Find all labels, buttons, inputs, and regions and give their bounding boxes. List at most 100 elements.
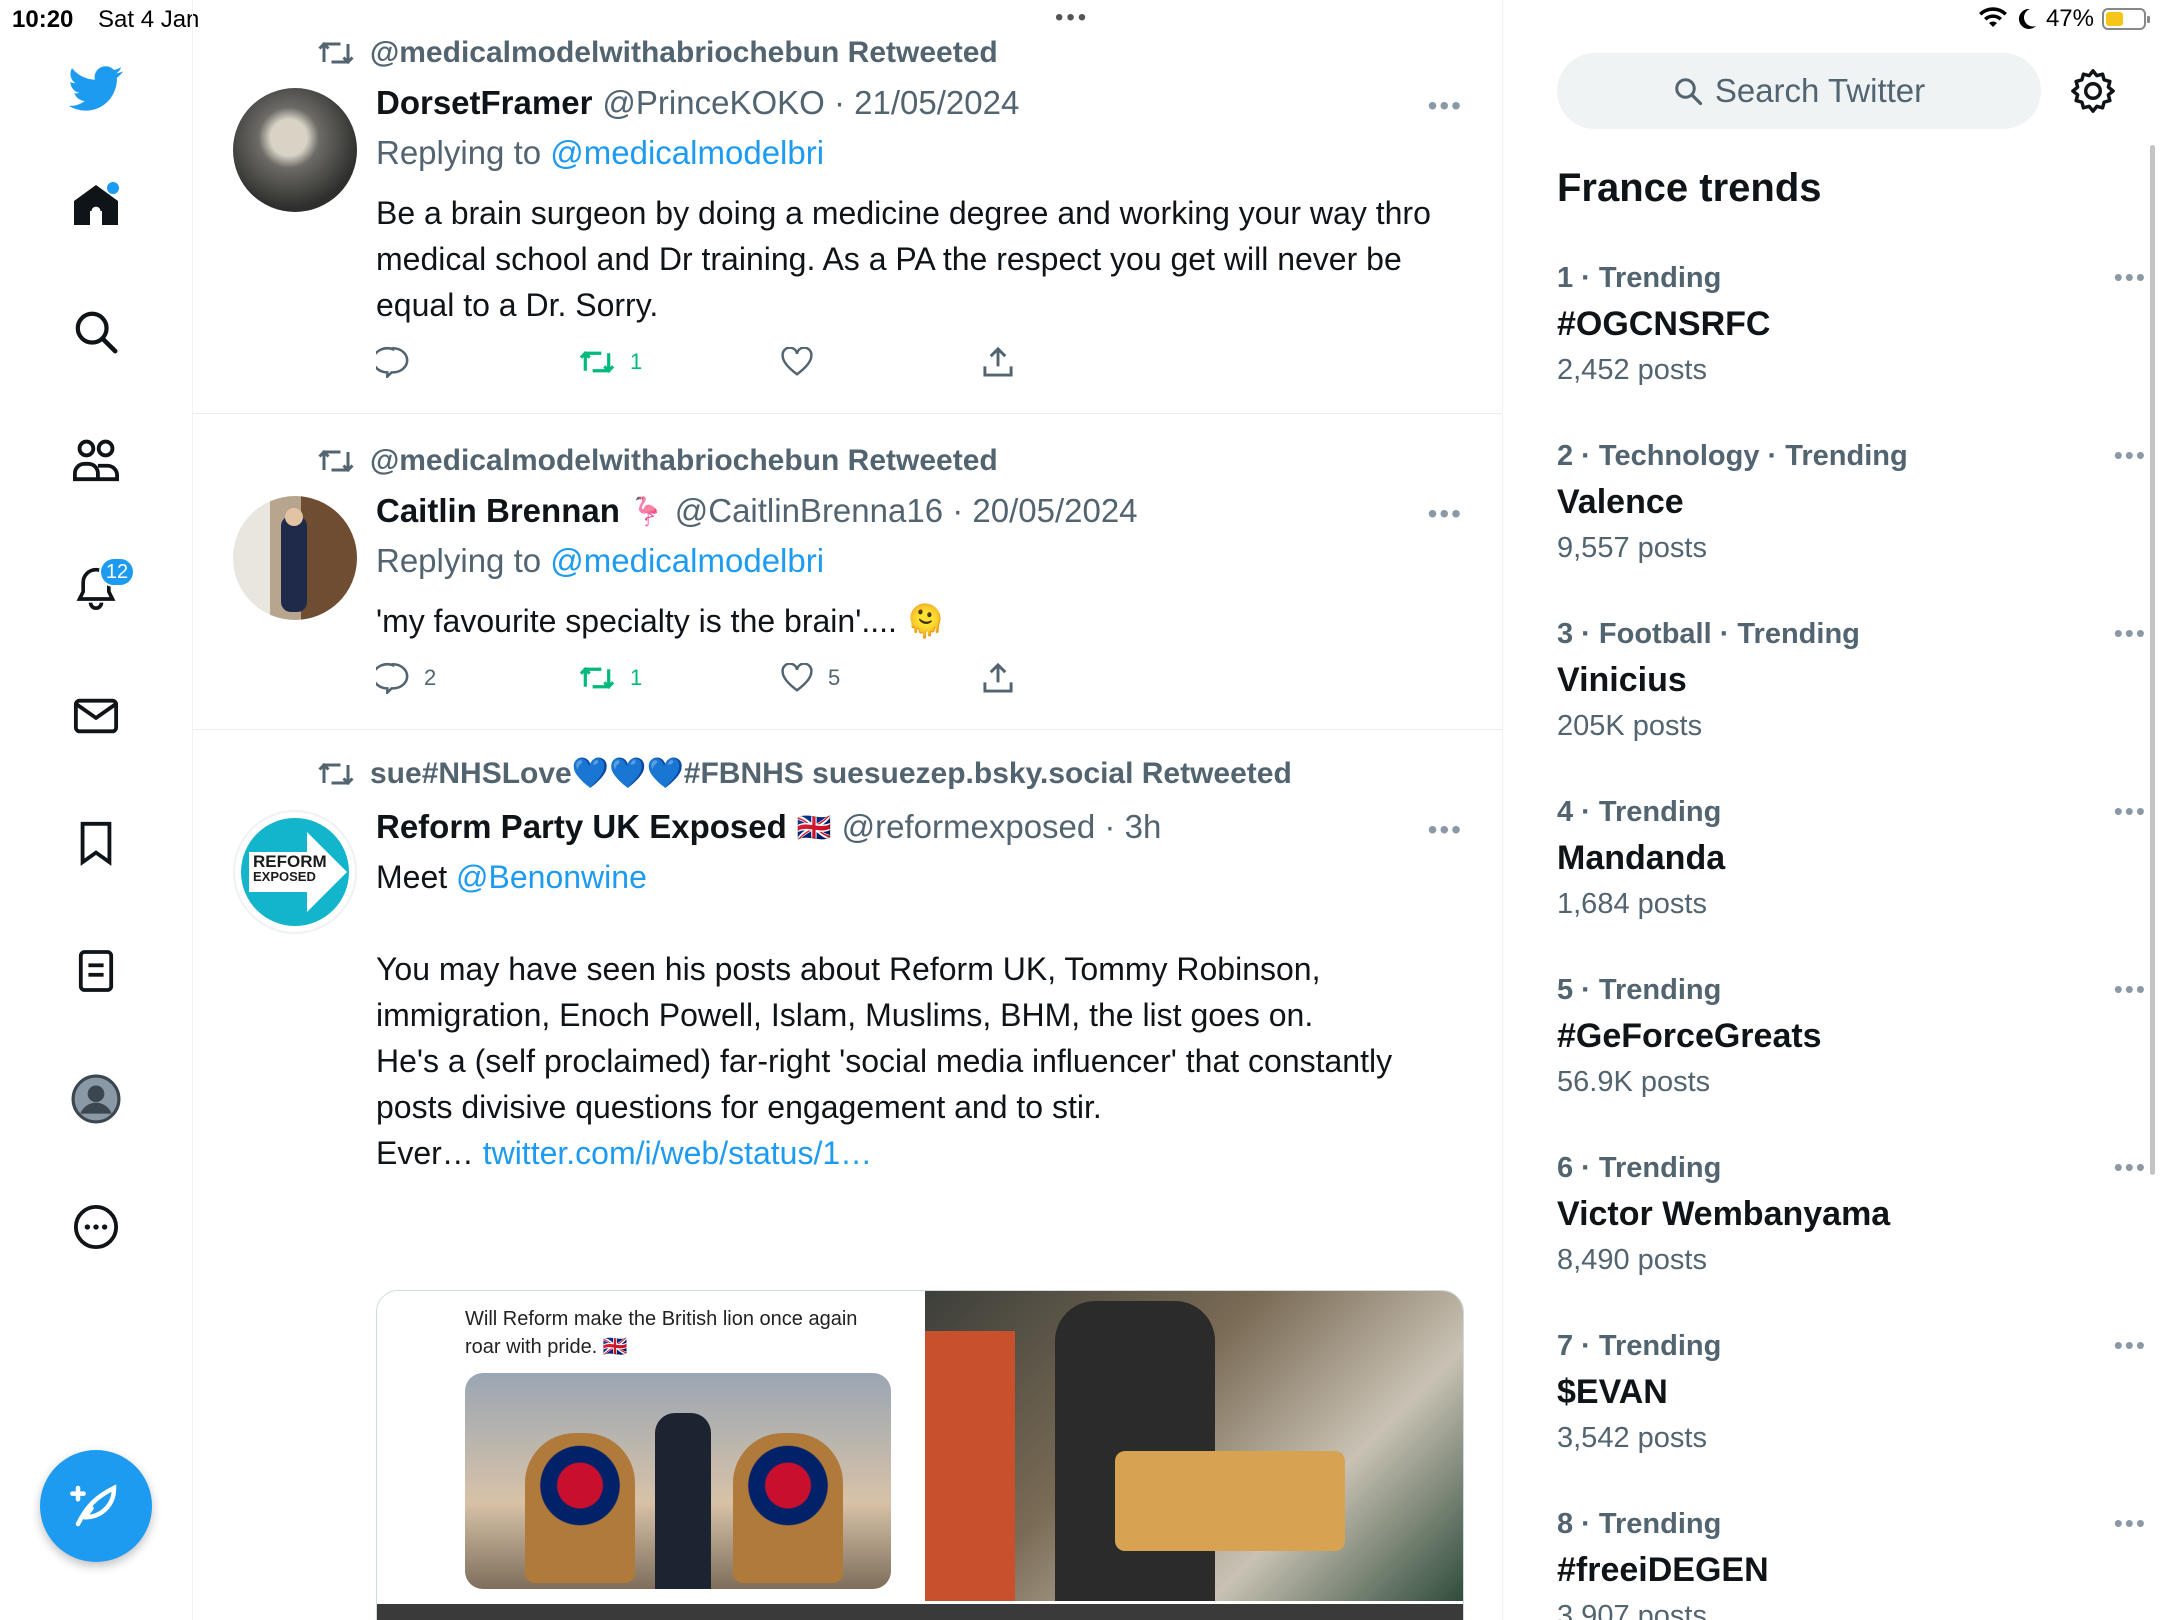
home-new-indicator	[107, 182, 119, 194]
share-button[interactable]	[982, 346, 1184, 378]
trend-posts: 9,557 posts	[1557, 532, 1707, 564]
mention-link[interactable]: @Benonwine	[456, 859, 647, 895]
trend-name[interactable]: #OGCNSRFC	[1557, 305, 2117, 344]
trend-name[interactable]: Valence	[1557, 483, 2117, 522]
trend-more-icon[interactable]: •••	[2114, 440, 2147, 471]
trend-name[interactable]: Vinicius	[1557, 661, 2117, 700]
trend-item[interactable]: 7 · Trending $EVAN 3,542 posts •••	[1557, 1330, 2145, 1455]
retweet-icon	[318, 41, 354, 65]
tweet-header: Caitlin Brennan 🦩 @CaitlinBrenna16 · 20/…	[376, 492, 1138, 530]
retweet-button[interactable]: 1	[578, 347, 780, 377]
share-button[interactable]	[982, 662, 1184, 694]
trend-more-icon[interactable]: •••	[2114, 1508, 2147, 1539]
author-handle-date[interactable]: @reformexposed · 3h	[842, 808, 1162, 846]
trend-name[interactable]: $EVAN	[1557, 1373, 2117, 1412]
tweet-paragraph: You may have seen his posts about Reform…	[376, 951, 1321, 1033]
trend-posts: 56.9K posts	[1557, 1066, 1711, 1098]
uk-flag-emoji: 🇬🇧	[796, 811, 832, 843]
trend-more-icon[interactable]: •••	[2114, 796, 2147, 827]
retweeted-by-label[interactable]: @medicalmodelwithabriochebun Retweeted	[370, 444, 998, 478]
nav-bookmarks[interactable]	[63, 810, 129, 876]
like-button[interactable]	[780, 347, 982, 377]
avatar-text-reform: REFORM	[253, 852, 327, 871]
media-image-3[interactable]	[377, 1604, 1463, 1620]
reply-handle-link[interactable]: @medicalmodelbri	[550, 542, 824, 579]
nav-lists[interactable]	[63, 938, 129, 1004]
page-scrollbar[interactable]	[2150, 145, 2155, 1175]
trend-more-icon[interactable]: •••	[2114, 618, 2147, 649]
media-image-1[interactable]: Will Reform make the British lion once a…	[377, 1291, 922, 1601]
trend-item[interactable]: 5 · Trending #GeForceGreats 56.9K posts …	[1557, 974, 2145, 1099]
trend-name[interactable]: Victor Wembanyama	[1557, 1195, 2117, 1234]
media-image-2[interactable]	[925, 1291, 1463, 1601]
search-input[interactable]: Search Twitter	[1557, 53, 2041, 129]
retweeted-by-label[interactable]: @medicalmodelwithabriochebun Retweeted	[370, 36, 998, 70]
author-handle-date[interactable]: @PrinceKOKO · 21/05/2024	[602, 84, 1019, 122]
trend-name[interactable]: #GeForceGreats	[1557, 1017, 2117, 1056]
avatar-logo-text: REFORM EXPOSED	[253, 852, 327, 884]
tweet-actions: 1	[376, 346, 1184, 378]
reply-button[interactable]	[376, 346, 578, 378]
trend-name[interactable]: Mandanda	[1557, 839, 2117, 878]
tweet[interactable]: @medicalmodelwithabriochebun Retweeted D…	[193, 0, 1502, 414]
author-name[interactable]: Caitlin Brennan	[376, 492, 620, 530]
trend-item[interactable]: 6 · Trending Victor Wembanyama 8,490 pos…	[1557, 1152, 2145, 1277]
trend-more-icon[interactable]: •••	[2114, 974, 2147, 1005]
truncated-text: Ever…	[376, 1135, 474, 1171]
sidebar-right: Search Twitter France trends 1 · Trendin…	[1503, 0, 2160, 1620]
trend-more-icon[interactable]: •••	[2114, 1330, 2147, 1361]
reply-button[interactable]: 2	[376, 662, 578, 694]
more-options-icon[interactable]: •••	[1428, 90, 1463, 122]
tweet-media-grid[interactable]: Will Reform make the British lion once a…	[376, 1290, 1464, 1620]
tweet[interactable]: @medicalmodelwithabriochebun Retweeted C…	[193, 414, 1502, 730]
compose-tweet-button[interactable]	[40, 1450, 152, 1562]
author-name[interactable]: Reform Party UK Exposed	[376, 808, 787, 846]
nav-messages[interactable]	[63, 683, 129, 749]
retweet-button[interactable]: 1	[578, 663, 780, 693]
notification-badge: 12	[99, 557, 135, 587]
twitter-logo-icon[interactable]	[63, 56, 129, 122]
tweet[interactable]: sue#NHSLove💙💙💙#FBNHS suesuezep.bsky.soci…	[193, 730, 1502, 1620]
trends-title: France trends	[1557, 166, 1822, 210]
like-button[interactable]: 5	[780, 663, 982, 693]
nav-communities[interactable]	[63, 427, 129, 493]
trend-posts: 1,684 posts	[1557, 888, 1707, 920]
trend-name[interactable]: #freeiDEGEN	[1557, 1551, 2117, 1590]
retweet-icon	[579, 350, 615, 374]
avatar[interactable]	[233, 496, 357, 620]
trend-item[interactable]: 1 · Trending #OGCNSRFC 2,452 posts •••	[1557, 262, 2145, 387]
settings-button[interactable]	[2070, 68, 2116, 114]
nav-home[interactable]	[63, 172, 129, 238]
status-link[interactable]: twitter.com/i/web/status/1…	[483, 1135, 872, 1171]
reply-icon	[376, 346, 409, 378]
avatar[interactable]	[233, 88, 357, 212]
trend-item[interactable]: 4 · Trending Mandanda 1,684 posts •••	[1557, 796, 2145, 921]
reply-handle-link[interactable]: @medicalmodelbri	[550, 134, 824, 171]
like-count: 5	[828, 665, 841, 690]
nav-more[interactable]	[63, 1194, 129, 1260]
more-options-icon[interactable]: •••	[1428, 498, 1463, 530]
author-name[interactable]: DorsetFramer	[376, 84, 592, 122]
author-handle-date[interactable]: @CaitlinBrenna16 · 20/05/2024	[675, 492, 1138, 530]
more-circle-icon	[73, 1204, 119, 1250]
nav-notifications[interactable]: 12	[63, 555, 135, 621]
nav-profile[interactable]	[63, 1066, 129, 1132]
trend-item[interactable]: 8 · Trending #freeiDEGEN 3,907 posts •••	[1557, 1508, 2145, 1620]
trend-meta: 3 · Football · Trending	[1557, 618, 1860, 650]
trend-item[interactable]: 2 · Technology · Trending Valence 9,557 …	[1557, 440, 2145, 565]
nav-explore[interactable]	[63, 299, 129, 365]
trend-more-icon[interactable]: •••	[2114, 262, 2147, 293]
trend-item[interactable]: 3 · Football · Trending Vinicius 205K po…	[1557, 618, 2145, 743]
media-photo-lions	[465, 1373, 891, 1589]
heart-icon	[781, 663, 813, 692]
avatar[interactable]: REFORM EXPOSED	[233, 810, 357, 934]
meet-label: Meet	[376, 859, 448, 895]
avatar-text-exposed: EXPOSED	[253, 869, 316, 884]
search-icon	[75, 311, 118, 354]
more-options-icon[interactable]: •••	[1428, 814, 1463, 846]
media-caption: Will Reform make the British lion once a…	[465, 1308, 858, 1358]
replying-to-label: Replying to	[376, 134, 542, 171]
trend-more-icon[interactable]: •••	[2114, 1152, 2147, 1183]
timeline[interactable]: @medicalmodelwithabriochebun Retweeted D…	[193, 0, 1503, 1620]
retweeted-by-label[interactable]: sue#NHSLove💙💙💙#FBNHS suesuezep.bsky.soci…	[370, 756, 1292, 791]
